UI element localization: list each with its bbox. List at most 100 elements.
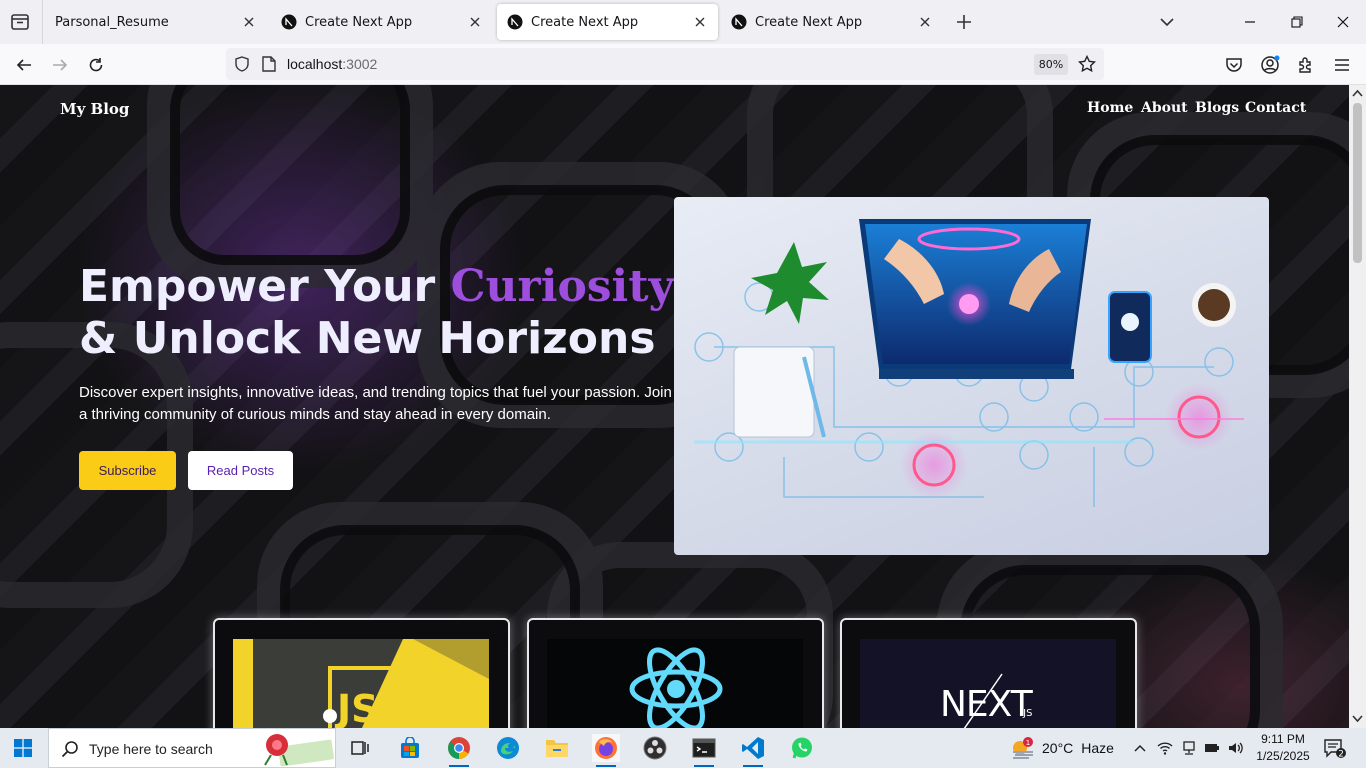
- nextjs-thumbnail: NEXT .JS: [860, 639, 1116, 728]
- subscribe-button[interactable]: Subscribe: [79, 451, 176, 490]
- extensions-button[interactable]: [1295, 54, 1317, 76]
- whatsapp-icon[interactable]: [788, 734, 816, 762]
- nav-link-contact[interactable]: Contact: [1245, 100, 1306, 116]
- close-window-button[interactable]: [1333, 12, 1353, 32]
- menu-hamburger-button[interactable]: [1331, 54, 1353, 76]
- hero-title-accent: Curiosity: [450, 261, 675, 312]
- close-icon[interactable]: [467, 14, 483, 30]
- tab-parsonal-resume[interactable]: Parsonal_Resume: [45, 4, 267, 40]
- tab-title: Parsonal_Resume: [55, 14, 169, 30]
- nav-link-blogs[interactable]: Blogs: [1195, 100, 1239, 116]
- battery-icon[interactable]: [1204, 740, 1220, 756]
- scroll-up-arrow-icon[interactable]: [1352, 88, 1363, 99]
- nav-link-home[interactable]: Home: [1087, 100, 1133, 116]
- scrollbar-thumb[interactable]: [1353, 103, 1362, 263]
- tab-title: Create Next App: [755, 14, 863, 30]
- taskbar-search-box[interactable]: Type here to search: [48, 728, 336, 768]
- search-icon: [61, 741, 78, 758]
- notification-count: 2: [1338, 749, 1344, 758]
- web-page: My Blog Home About Blogs Contact Empower…: [0, 85, 1349, 728]
- nav-link-about[interactable]: About: [1141, 100, 1188, 116]
- hero-title-part1: Empower Your: [79, 261, 451, 312]
- new-tab-plus-icon[interactable]: [954, 12, 974, 32]
- weather-badge: 1: [1026, 739, 1030, 747]
- post-card-react[interactable]: [527, 618, 824, 728]
- list-all-tabs-chevron-icon[interactable]: [1158, 13, 1176, 31]
- notification-center-icon[interactable]: 2: [1324, 738, 1346, 758]
- edge-icon[interactable]: [494, 734, 522, 762]
- scroll-down-arrow-icon[interactable]: [1352, 713, 1363, 724]
- hero-title-part2: & Unlock New Horizons: [79, 313, 656, 364]
- tab-create-next-app-1[interactable]: Create Next App: [271, 4, 493, 40]
- search-highlight-flower-icon: [264, 734, 334, 767]
- tab-create-next-app-2[interactable]: Create Next App: [497, 4, 718, 40]
- tab-title: Create Next App: [531, 14, 639, 30]
- pocket-button[interactable]: [1223, 54, 1245, 76]
- windows-taskbar: Type here to search 1 20°C Haze 9:11 PM …: [0, 728, 1366, 768]
- file-explorer-icon[interactable]: [543, 734, 571, 762]
- close-icon[interactable]: [917, 14, 933, 30]
- url-port: :3002: [342, 56, 378, 72]
- post-card-javascript[interactable]: JS: [213, 618, 510, 728]
- url-text[interactable]: localhost:3002: [287, 56, 377, 72]
- clock-time: 9:11 PM: [1261, 732, 1305, 746]
- account-button[interactable]: [1259, 54, 1281, 76]
- clock-date: 1/25/2025: [1256, 749, 1310, 763]
- windows-start-icon[interactable]: [14, 739, 32, 757]
- vscode-icon[interactable]: [739, 734, 767, 767]
- volume-icon[interactable]: [1227, 740, 1243, 756]
- haze-weather-icon: 1: [1013, 737, 1033, 759]
- firefox-icon[interactable]: [592, 734, 620, 767]
- nextjs-logo-sub: .JS: [1020, 708, 1032, 719]
- hero-description: Discover expert insights, innovative ide…: [79, 384, 672, 423]
- tab-separator: [42, 0, 43, 44]
- weather-widget[interactable]: 1 20°C Haze: [1010, 736, 1114, 760]
- page-icon[interactable]: [262, 56, 276, 72]
- nextjs-favicon-icon: [731, 14, 747, 30]
- search-placeholder: Type here to search: [89, 741, 213, 757]
- tab-title: Create Next App: [305, 14, 413, 30]
- system-clock[interactable]: 9:11 PM 1/25/2025: [1248, 731, 1318, 765]
- plant-icon: [751, 242, 829, 324]
- tab-create-next-app-3[interactable]: Create Next App: [721, 4, 943, 40]
- laptop-network-illustration: [694, 219, 1244, 507]
- show-hidden-icons-chevron-icon[interactable]: [1132, 740, 1148, 756]
- back-button[interactable]: [13, 54, 35, 76]
- wifi-icon[interactable]: [1157, 740, 1173, 756]
- nextjs-logo-icon: NEXT .JS: [860, 639, 1116, 728]
- zoom-level-button[interactable]: 80%: [1034, 54, 1068, 75]
- hero-title: Empower Your Curiosity & Unlock New Hori…: [79, 261, 679, 365]
- javascript-thumbnail: JS: [233, 639, 489, 728]
- laptop: [859, 219, 1091, 379]
- read-posts-button[interactable]: Read Posts: [188, 451, 293, 490]
- navigation-toolbar: localhost:3002 80%: [0, 44, 1366, 85]
- network-icon[interactable]: [1181, 740, 1197, 756]
- tab-bar: Parsonal_Resume Create Next App Create N…: [0, 0, 1366, 44]
- microsoft-store-icon[interactable]: [396, 734, 424, 762]
- weather-temperature: 20°C: [1042, 740, 1074, 756]
- coffee-cup: [1192, 283, 1236, 327]
- page-scrollbar[interactable]: [1349, 85, 1366, 728]
- close-icon[interactable]: [692, 14, 708, 30]
- minimize-button[interactable]: [1240, 12, 1260, 32]
- post-card-nextjs[interactable]: NEXT .JS: [840, 618, 1137, 728]
- site-logo[interactable]: My Blog: [60, 100, 129, 118]
- obs-studio-icon[interactable]: [641, 734, 669, 762]
- terminal-icon[interactable]: [690, 734, 718, 767]
- hero-image: [674, 197, 1269, 555]
- task-view-button[interactable]: [346, 734, 374, 762]
- chrome-icon[interactable]: [445, 734, 473, 767]
- react-logo-icon: [547, 639, 803, 728]
- shield-icon[interactable]: [234, 56, 250, 72]
- tab-manager-icon[interactable]: [8, 10, 32, 34]
- url-bar[interactable]: localhost:3002 80%: [226, 48, 1104, 80]
- phone: [1108, 291, 1152, 363]
- reload-button[interactable]: [85, 54, 107, 76]
- bookmark-star-icon[interactable]: [1078, 55, 1096, 73]
- react-thumbnail: [547, 639, 803, 728]
- restore-button[interactable]: [1287, 12, 1307, 32]
- url-host: localhost: [287, 56, 343, 72]
- js-logo-text: JS: [334, 687, 379, 728]
- close-icon[interactable]: [241, 14, 257, 30]
- forward-button[interactable]: [49, 54, 71, 76]
